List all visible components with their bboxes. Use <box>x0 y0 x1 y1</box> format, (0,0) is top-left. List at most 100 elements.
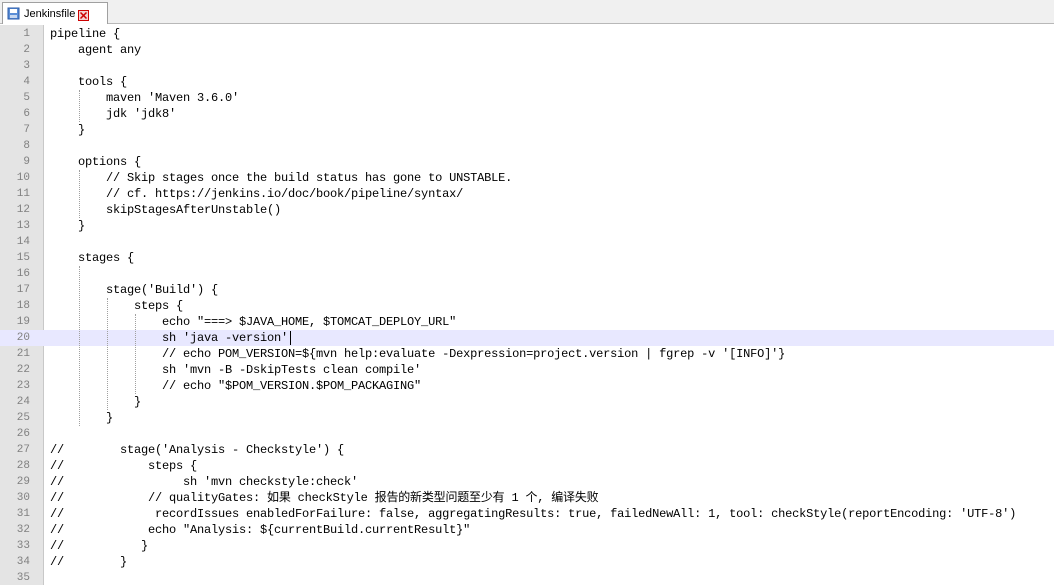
code-text: skipStagesAfterUnstable() <box>50 203 282 217</box>
line-number: 10 <box>16 172 30 184</box>
code-text: // sh 'mvn checkstyle:check' <box>50 475 359 489</box>
code-line[interactable]: 10 // Skip stages once the build status … <box>0 170 1054 186</box>
line-number: 24 <box>16 396 30 408</box>
line-number: 16 <box>16 268 30 280</box>
line-number: 1 <box>23 28 30 40</box>
line-number: 15 <box>16 252 30 264</box>
line-number: 21 <box>16 348 30 360</box>
line-number: 28 <box>16 460 30 472</box>
code-line[interactable]: 3 <box>0 58 1054 74</box>
code-line[interactable]: 9 options { <box>0 154 1054 170</box>
indent-guide <box>79 266 80 426</box>
line-number: 20 <box>16 332 30 344</box>
code-line[interactable]: 13 } <box>0 218 1054 234</box>
line-number: 8 <box>23 140 30 152</box>
code-line[interactable]: 11 // cf. https://jenkins.io/doc/book/pi… <box>0 186 1054 202</box>
code-line[interactable]: 8 <box>0 138 1054 154</box>
line-number: 32 <box>16 524 30 536</box>
code-line[interactable]: 21 // echo POM_VERSION=${mvn help:evalua… <box>0 346 1054 362</box>
code-editor[interactable]: 1 pipeline {2 agent any 3 4 tools {5 maven … <box>0 25 1054 585</box>
line-number: 27 <box>16 444 30 456</box>
line-number: 14 <box>16 236 30 248</box>
code-text: sh 'java -version' <box>50 331 289 345</box>
line-number: 7 <box>23 124 30 136</box>
code-text: agent any <box>50 43 142 57</box>
code-line[interactable]: 24 } <box>0 394 1054 410</box>
code-text: // cf. https://jenkins.io/doc/book/pipel… <box>50 187 464 201</box>
line-number: 9 <box>23 156 30 168</box>
line-number: 4 <box>23 76 30 88</box>
indent-guide <box>135 314 136 394</box>
line-number: 12 <box>16 204 30 216</box>
code-line[interactable]: 19 echo "===> $JAVA_HOME, $TOMCAT_DEPLOY… <box>0 314 1054 330</box>
line-number: 2 <box>23 44 30 56</box>
tab-bar: Jenkinsfile <box>0 0 1054 24</box>
line-number: 13 <box>16 220 30 232</box>
code-text: // recordIssues enabledForFailure: false… <box>50 507 1017 521</box>
code-text: } <box>50 219 86 233</box>
code-line[interactable]: 26 <box>0 426 1054 442</box>
code-line[interactable]: 32 // echo "Analysis: ${currentBuild.curr… <box>0 522 1054 538</box>
tab-label: Jenkinsfile <box>24 7 76 20</box>
line-number: 34 <box>16 556 30 568</box>
code-line[interactable]: 30 // // qualityGates: 如果 checkStyle 报告的新… <box>0 490 1054 506</box>
code-line[interactable]: 15 stages { <box>0 250 1054 266</box>
line-number: 23 <box>16 380 30 392</box>
line-number: 25 <box>16 412 30 424</box>
code-text: } <box>50 411 114 425</box>
code-line[interactable]: 14 <box>0 234 1054 250</box>
file-icon <box>7 7 20 20</box>
code-line[interactable]: 31 // recordIssues enabledForFailure: fal… <box>0 506 1054 522</box>
code-text: } <box>50 123 86 137</box>
line-number: 18 <box>16 300 30 312</box>
code-line[interactable]: 18 steps { <box>0 298 1054 314</box>
code-text: tools { <box>50 75 128 89</box>
code-line[interactable]: 7 } <box>0 122 1054 138</box>
code-line[interactable]: 34 // } <box>0 554 1054 570</box>
line-number: 22 <box>16 364 30 376</box>
line-number: 35 <box>16 572 30 584</box>
code-line[interactable]: 35 <box>0 570 1054 585</box>
code-line[interactable]: 4 tools { <box>0 74 1054 90</box>
line-number: 6 <box>23 108 30 120</box>
line-number: 5 <box>23 92 30 104</box>
indent-guide <box>79 170 80 218</box>
code-text: stages { <box>50 251 135 265</box>
code-line[interactable]: 27 // stage('Analysis - Checkstyle') { <box>0 442 1054 458</box>
code-line[interactable]: 20 sh 'java -version' <box>0 330 1054 346</box>
line-number: 33 <box>16 540 30 552</box>
line-number: 26 <box>16 428 30 440</box>
line-number: 31 <box>16 508 30 520</box>
code-text: // stage('Analysis - Checkstyle') { <box>50 443 345 457</box>
code-line[interactable]: 16 <box>0 266 1054 282</box>
tab-jenkinsfile[interactable]: Jenkinsfile <box>2 2 108 24</box>
code-text: // echo "$POM_VERSION.$POM_PACKAGING" <box>50 379 422 393</box>
code-text: // } <box>50 555 128 569</box>
code-text: // Skip stages once the build status has… <box>50 171 513 185</box>
code-text: // echo POM_VERSION=${mvn help:evaluate … <box>50 347 786 361</box>
code-text: } <box>50 395 142 409</box>
code-line[interactable]: 5 maven 'Maven 3.6.0' <box>0 90 1054 106</box>
line-number: 11 <box>16 188 30 200</box>
close-icon[interactable] <box>78 8 90 21</box>
code-line[interactable]: 25 } <box>0 410 1054 426</box>
code-line[interactable]: 23 // echo "$POM_VERSION.$POM_PACKAGING" <box>0 378 1054 394</box>
code-text: pipeline { <box>50 27 121 41</box>
code-text: // } <box>50 539 149 553</box>
code-line[interactable]: 28 // steps { <box>0 458 1054 474</box>
code-text: // echo "Analysis: ${currentBuild.curren… <box>50 523 471 537</box>
indent-guide <box>107 298 108 410</box>
code-line[interactable]: 22 sh 'mvn -B -DskipTests clean compile' <box>0 362 1054 378</box>
code-line[interactable]: 12 skipStagesAfterUnstable() <box>0 202 1054 218</box>
indent-guide <box>79 90 80 122</box>
code-text: steps { <box>50 299 184 313</box>
code-line[interactable]: 33 // } <box>0 538 1054 554</box>
code-line[interactable]: 2 agent any <box>0 42 1054 58</box>
code-line[interactable]: 6 jdk 'jdk8' <box>0 106 1054 122</box>
code-line[interactable]: 29 // sh 'mvn checkstyle:check' <box>0 474 1054 490</box>
code-text: // // qualityGates: 如果 checkStyle 报告的新类型… <box>50 491 599 505</box>
code-line[interactable]: 1 pipeline { <box>0 26 1054 42</box>
code-line[interactable]: 17 stage('Build') { <box>0 282 1054 298</box>
line-number: 19 <box>16 316 30 328</box>
code-text: stage('Build') { <box>50 283 219 297</box>
